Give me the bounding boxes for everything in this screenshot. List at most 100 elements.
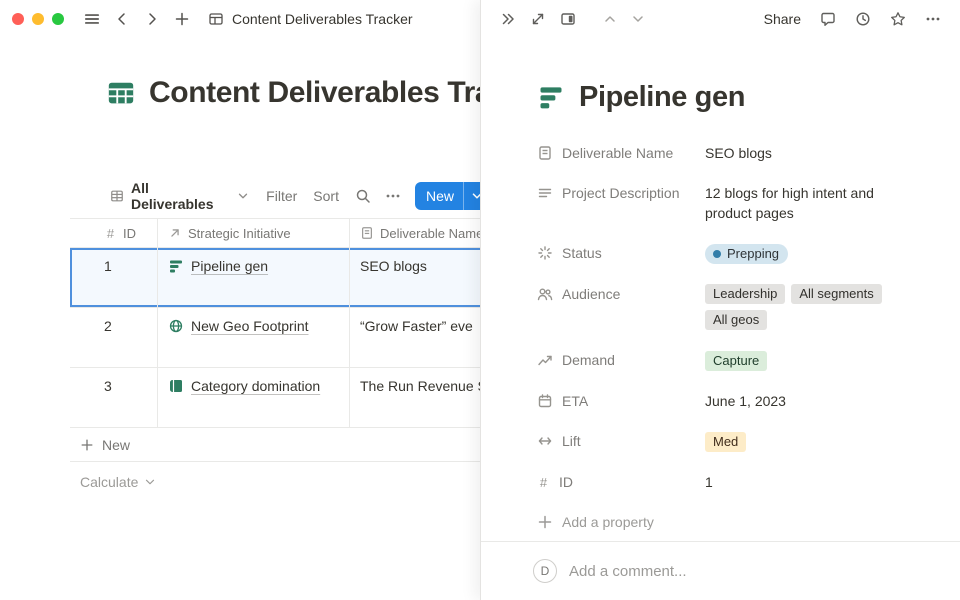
status-burst-icon	[537, 245, 553, 261]
chevron-right-icon	[144, 11, 160, 27]
cell-id[interactable]: 3	[70, 368, 158, 427]
tag-pill[interactable]: Med	[705, 432, 746, 452]
column-header-deliverable[interactable]: Deliverable Name	[350, 219, 480, 247]
property-label[interactable]: Audience	[537, 284, 705, 304]
trend-chart-icon	[537, 352, 553, 368]
minimize-window-button[interactable]	[32, 13, 44, 25]
page-link[interactable]: Pipeline gen	[168, 256, 268, 276]
cell-initiative[interactable]: Category domination	[158, 368, 350, 427]
close-peek-button[interactable]	[495, 6, 521, 32]
page-title[interactable]: Content Deliverables Tracker	[149, 76, 480, 110]
window-tab[interactable]: Content Deliverables Tracker	[208, 11, 413, 27]
bar-chart-icon[interactable]	[537, 83, 565, 111]
open-as-page-button[interactable]	[525, 6, 551, 32]
chevron-up-icon	[602, 11, 618, 27]
cell-deliverable[interactable]: “Grow Faster” eve	[350, 308, 480, 367]
deliverable-value: SEO blogs	[360, 258, 427, 274]
cell-deliverable[interactable]: The Run Revenue S	[350, 368, 480, 427]
more-icon[interactable]	[385, 188, 401, 204]
new-tab-button[interactable]	[170, 7, 194, 31]
updates-button[interactable]	[850, 6, 876, 32]
property-name: Demand	[562, 352, 615, 368]
property-value[interactable]: June 1, 2023	[705, 391, 786, 411]
zoom-window-button[interactable]	[52, 13, 64, 25]
new-button-dropdown[interactable]	[464, 182, 480, 210]
page-link-label: Category domination	[191, 376, 320, 396]
globe-icon	[168, 318, 184, 334]
plus-icon	[174, 11, 190, 27]
table-row[interactable]: 2 New Geo Footprint “Grow Faster” eve	[70, 308, 480, 368]
share-button[interactable]: Share	[764, 11, 801, 27]
page-icon-table[interactable]	[106, 78, 136, 108]
comment-bar[interactable]: D Add a comment...	[481, 541, 960, 600]
property-value[interactable]: Prepping	[705, 243, 788, 264]
next-record-button[interactable]	[625, 6, 651, 32]
deliverable-value: The Run Revenue S	[360, 378, 480, 394]
page-title-row: Content Deliverables Tracker	[106, 71, 480, 115]
view-tab-all-deliverables[interactable]: All Deliverables	[110, 180, 250, 212]
property-label[interactable]: ETA	[537, 391, 705, 411]
status-text: Prepping	[727, 244, 779, 264]
side-peek-toggle-button[interactable]	[555, 6, 581, 32]
property-value[interactable]: Leadership All segments All geos	[705, 284, 905, 330]
toolbar-right-group: New	[355, 182, 480, 210]
cell-deliverable[interactable]: SEO blogs	[350, 248, 480, 307]
column-header-initiative[interactable]: Strategic Initiative	[158, 219, 350, 247]
tag-pill[interactable]: Capture	[705, 351, 767, 371]
chevron-left-icon	[114, 11, 130, 27]
forward-button[interactable]	[140, 7, 164, 31]
more-icon[interactable]	[920, 6, 946, 32]
table-row[interactable]: 3 Category domination The Run Revenue S	[70, 368, 480, 428]
property-value[interactable]: Med	[705, 431, 746, 452]
property-label[interactable]: Demand	[537, 350, 705, 370]
cell-initiative[interactable]: New Geo Footprint	[158, 308, 350, 367]
search-icon[interactable]	[355, 188, 371, 204]
property-label[interactable]: Status	[537, 243, 705, 263]
new-button[interactable]: New	[415, 182, 480, 210]
table-row[interactable]: 1 Pipeline gen SEO blogs	[70, 248, 480, 308]
traffic-lights	[12, 13, 64, 25]
chevron-down-icon	[470, 189, 480, 203]
book-icon	[168, 378, 184, 394]
property-label[interactable]: # ID	[537, 472, 705, 492]
comment-bubble-icon	[820, 11, 836, 27]
filter-button[interactable]: Filter	[266, 188, 297, 204]
comment-input[interactable]: Add a comment...	[569, 563, 687, 580]
table-new-row-button[interactable]: New	[70, 428, 480, 462]
close-window-button[interactable]	[12, 13, 24, 25]
tag-pill[interactable]: All segments	[791, 284, 881, 304]
app-window: Content Deliverables Tracker Content Del…	[0, 0, 960, 600]
page-link[interactable]: New Geo Footprint	[168, 316, 309, 336]
column-label: Strategic Initiative	[188, 226, 291, 241]
favorite-button[interactable]	[885, 6, 911, 32]
page-link-label: New Geo Footprint	[191, 316, 309, 336]
sidebar-toggle-button[interactable]	[80, 7, 104, 31]
cell-id[interactable]: 2	[70, 308, 158, 367]
page-link[interactable]: Category domination	[168, 376, 320, 396]
status-pill[interactable]: Prepping	[705, 244, 788, 264]
property-value[interactable]: SEO blogs	[705, 143, 772, 163]
cell-id[interactable]: 1	[70, 248, 158, 307]
peek-title-row: Pipeline gen	[537, 75, 920, 119]
cell-initiative[interactable]: Pipeline gen	[158, 248, 350, 307]
column-header-id[interactable]: # ID	[70, 219, 158, 247]
property-value[interactable]: 12 blogs for high intent and product pag…	[705, 183, 905, 223]
property-label[interactable]: Project Description	[537, 183, 705, 203]
sort-button[interactable]: Sort	[313, 188, 339, 204]
back-button[interactable]	[110, 7, 134, 31]
tag-list: Leadership All segments All geos	[705, 284, 905, 330]
add-property-button[interactable]: Add a property	[537, 502, 920, 542]
property-value[interactable]: Capture	[705, 350, 767, 371]
peek-page-title[interactable]: Pipeline gen	[579, 81, 745, 114]
property-value[interactable]: 1	[705, 472, 713, 492]
property-label[interactable]: Lift	[537, 431, 705, 451]
comments-button[interactable]	[815, 6, 841, 32]
side-peek-icon	[560, 11, 576, 27]
hash-icon: #	[104, 226, 117, 241]
previous-record-button[interactable]	[597, 6, 623, 32]
property-row-eta: ETA June 1, 2023	[537, 381, 920, 421]
tag-pill[interactable]: All geos	[705, 310, 767, 330]
tag-pill[interactable]: Leadership	[705, 284, 785, 304]
property-label[interactable]: Deliverable Name	[537, 143, 705, 163]
calculate-button[interactable]: Calculate	[70, 474, 480, 490]
